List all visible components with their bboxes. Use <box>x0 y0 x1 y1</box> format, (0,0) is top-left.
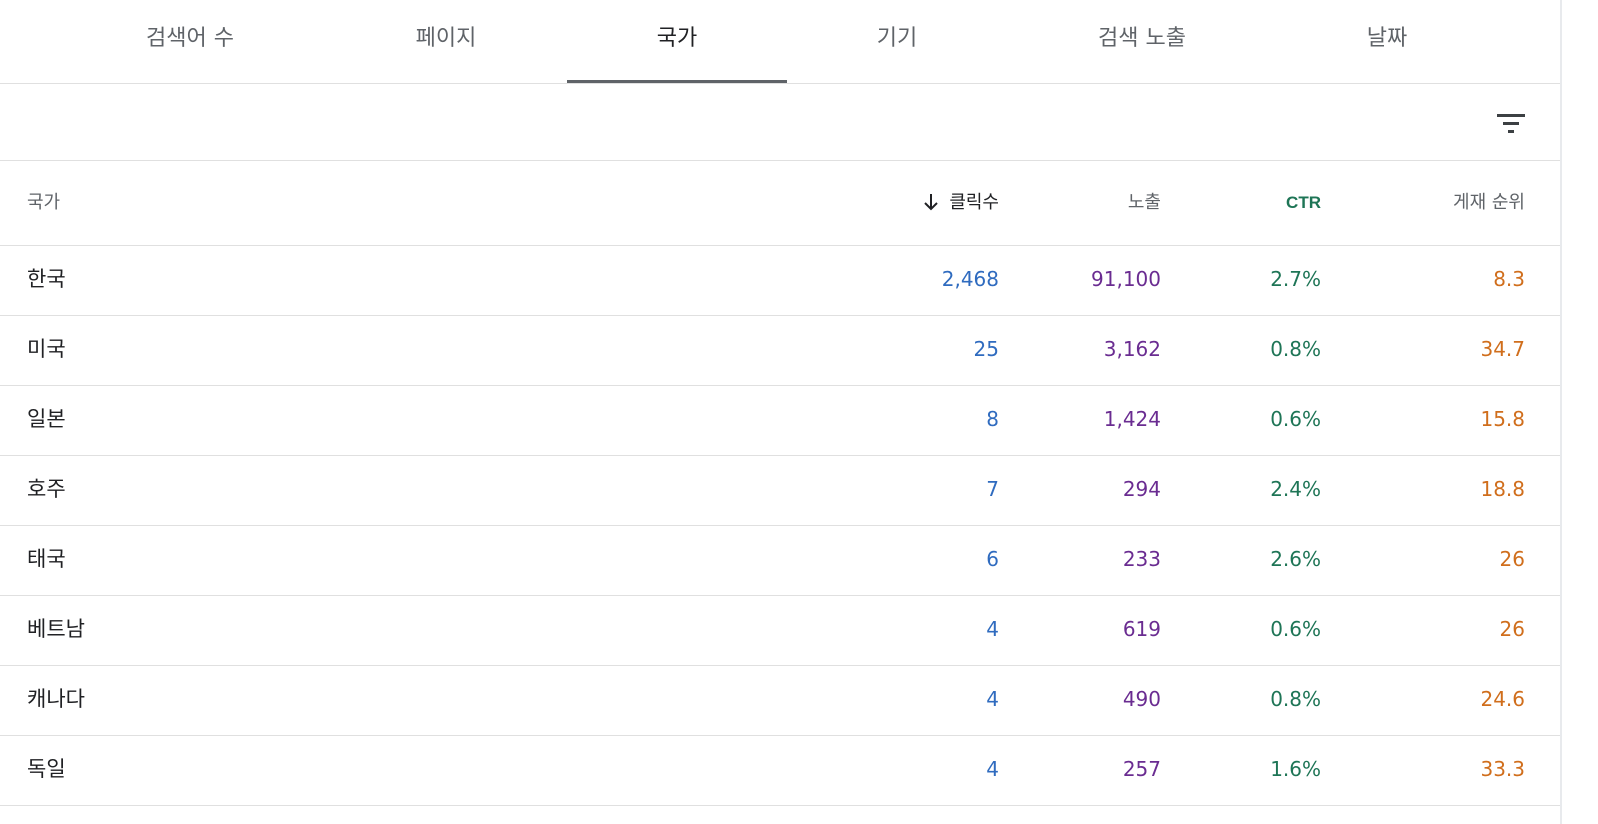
tab-devices[interactable]: 기기 <box>787 0 1007 83</box>
position-cell: 26 <box>1499 617 1525 641</box>
active-tab-indicator <box>567 80 787 83</box>
tab-dates[interactable]: 날짜 <box>1277 0 1497 83</box>
country-cell: 일본 <box>27 407 66 431</box>
impressions-cell: 490 <box>1122 687 1161 711</box>
country-cell: 미국 <box>27 337 66 361</box>
table-row[interactable]: 한국 2,468 91,100 2.7% 8.3 <box>0 246 1560 316</box>
performance-panel: 검색어 수 페이지 국가 기기 검색 노출 날짜 국가 클릭수 노출 CTR 게… <box>0 0 1560 824</box>
column-header-label: 국가 <box>27 192 61 213</box>
column-header-country[interactable]: 국가 <box>27 161 327 245</box>
dimension-tabs: 검색어 수 페이지 국가 기기 검색 노출 날짜 <box>0 0 1560 84</box>
ctr-cell: 2.7% <box>1270 267 1321 291</box>
ctr-cell: 1.6% <box>1270 757 1321 781</box>
tab-countries[interactable]: 국가 <box>567 0 787 83</box>
country-cell: 태국 <box>27 547 66 571</box>
position-cell: 33.3 <box>1480 757 1525 781</box>
column-header-label: 노출 <box>1127 192 1161 213</box>
position-cell: 34.7 <box>1480 337 1525 361</box>
column-header-label: 게재 순위 <box>1453 192 1525 213</box>
table-row[interactable]: 호주 7 294 2.4% 18.8 <box>0 456 1560 526</box>
impressions-cell: 257 <box>1122 757 1161 781</box>
position-cell: 24.6 <box>1480 687 1525 711</box>
table-row[interactable]: 캐나다 4 490 0.8% 24.6 <box>0 666 1560 736</box>
column-header-position[interactable]: 게재 순위 <box>1322 161 1525 245</box>
impressions-cell: 3,162 <box>1103 337 1161 361</box>
table-row[interactable]: 태국 6 233 2.6% 26 <box>0 526 1560 596</box>
clicks-cell: 25 <box>973 337 999 361</box>
table-row[interactable]: 독일 4 257 1.6% 33.3 <box>0 736 1560 806</box>
table-body: 한국 2,468 91,100 2.7% 8.3 미국 25 3,162 0.8… <box>0 246 1560 806</box>
tab-label: 국가 <box>656 26 698 51</box>
table-toolbar <box>0 84 1560 161</box>
ctr-cell: 0.6% <box>1270 407 1321 431</box>
position-cell: 26 <box>1499 547 1525 571</box>
clicks-cell: 2,468 <box>941 267 999 291</box>
tab-label: 날짜 <box>1366 26 1408 51</box>
clicks-cell: 4 <box>986 617 999 641</box>
impressions-cell: 294 <box>1122 477 1161 501</box>
ctr-cell: 2.6% <box>1270 547 1321 571</box>
ctr-cell: 0.6% <box>1270 617 1321 641</box>
impressions-cell: 1,424 <box>1103 407 1161 431</box>
impressions-cell: 91,100 <box>1091 267 1161 291</box>
country-cell: 호주 <box>27 477 66 501</box>
filter-list-icon <box>1497 114 1525 133</box>
table-row[interactable]: 미국 25 3,162 0.8% 34.7 <box>0 316 1560 386</box>
table-row[interactable]: 베트남 4 619 0.6% 26 <box>0 596 1560 666</box>
column-header-impressions[interactable]: 노출 <box>1000 161 1161 245</box>
arrow-down-icon <box>924 193 939 210</box>
table-header: 국가 클릭수 노출 CTR 게재 순위 <box>0 161 1560 246</box>
position-cell: 8.3 <box>1493 267 1525 291</box>
ctr-cell: 0.8% <box>1270 337 1321 361</box>
column-header-label: 클릭수 <box>949 192 999 213</box>
scrollbar-track[interactable] <box>1560 0 1562 824</box>
country-cell: 한국 <box>27 267 66 291</box>
column-header-ctr[interactable]: CTR <box>1162 161 1321 245</box>
column-header-clicks[interactable]: 클릭수 <box>800 161 999 245</box>
tab-queries[interactable]: 검색어 수 <box>80 0 300 83</box>
tab-label: 검색어 수 <box>146 26 234 51</box>
table-row[interactable]: 일본 8 1,424 0.6% 15.8 <box>0 386 1560 456</box>
clicks-cell: 7 <box>986 477 999 501</box>
tab-search-appearance[interactable]: 검색 노출 <box>1032 0 1252 83</box>
country-cell: 독일 <box>27 757 66 781</box>
country-cell: 베트남 <box>27 617 85 641</box>
tab-pages[interactable]: 페이지 <box>336 0 556 83</box>
country-cell: 캐나다 <box>27 687 85 711</box>
ctr-cell: 0.8% <box>1270 687 1321 711</box>
tab-label: 기기 <box>876 26 918 51</box>
ctr-cell: 2.4% <box>1270 477 1321 501</box>
position-cell: 15.8 <box>1480 407 1525 431</box>
column-header-label: CTR <box>1286 193 1321 212</box>
tab-label: 검색 노출 <box>1098 26 1186 51</box>
position-cell: 18.8 <box>1480 477 1525 501</box>
impressions-cell: 233 <box>1122 547 1161 571</box>
filter-button[interactable] <box>1490 102 1532 144</box>
clicks-cell: 4 <box>986 687 999 711</box>
clicks-cell: 6 <box>986 547 999 571</box>
tab-label: 페이지 <box>415 26 477 51</box>
clicks-cell: 8 <box>986 407 999 431</box>
clicks-cell: 4 <box>986 757 999 781</box>
impressions-cell: 619 <box>1122 617 1161 641</box>
